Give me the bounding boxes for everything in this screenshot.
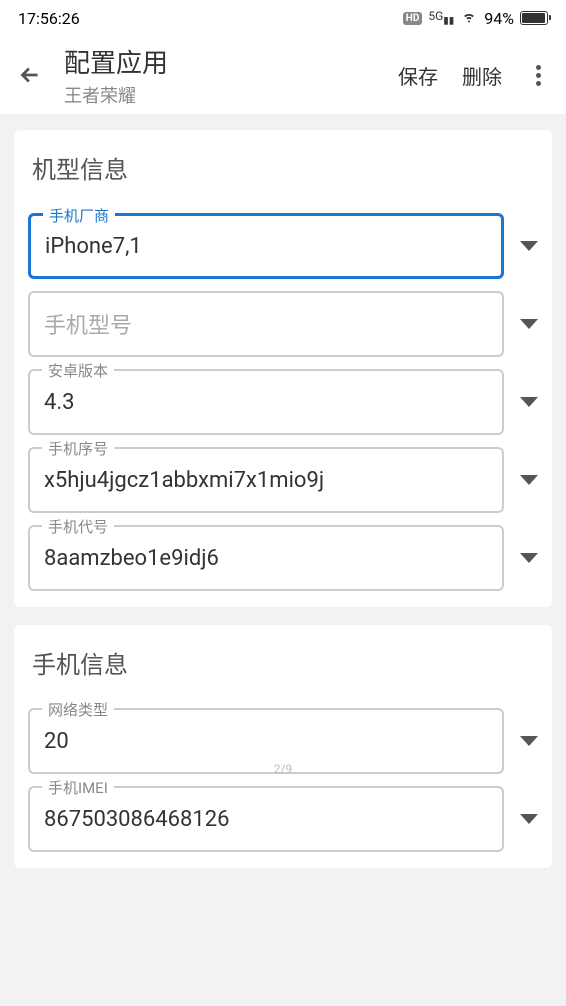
section-title: 机型信息: [28, 150, 538, 185]
section-title: 手机信息: [28, 645, 538, 680]
field-label: 手机代号: [42, 516, 114, 537]
codename-row: 手机代号 8aamzbeo1e9idj6: [28, 525, 538, 591]
dropdown-icon[interactable]: [520, 814, 538, 824]
field-label: 手机序号: [42, 438, 114, 459]
phone-info-card: 手机信息 网络类型 20 2/9 手机IMEI 867503086468126: [14, 625, 552, 868]
serial-field[interactable]: 手机序号 x5hju4jgcz1abbxmi7x1mio9j: [28, 447, 504, 513]
delete-button[interactable]: 删除: [462, 61, 502, 90]
battery-icon: [520, 11, 548, 25]
dropdown-icon[interactable]: [520, 397, 538, 407]
page-title: 配置应用: [64, 43, 378, 80]
imei-row: 2/9 手机IMEI 867503086468126: [28, 786, 538, 852]
save-button[interactable]: 保存: [398, 61, 438, 90]
field-value: x5hju4jgcz1abbxmi7x1mio9j: [44, 468, 488, 493]
header-actions: 保存 删除: [398, 61, 550, 90]
imei-field[interactable]: 手机IMEI 867503086468126: [28, 786, 504, 852]
content-area: 机型信息 手机厂商 iPhone7,1 手机型号 安卓版本 4.3 手机序号: [0, 114, 566, 902]
android-version-field[interactable]: 安卓版本 4.3: [28, 369, 504, 435]
manufacturer-field[interactable]: 手机厂商 iPhone7,1: [28, 213, 504, 279]
wifi-icon: [460, 7, 478, 29]
field-value: 8aamzbeo1e9idj6: [44, 546, 488, 571]
field-label: 网络类型: [42, 699, 114, 720]
model-field[interactable]: 手机型号: [28, 291, 504, 357]
status-bar: 17:56:26 HD 5G▮▮ 94%: [0, 0, 566, 36]
field-value: 4.3: [44, 390, 488, 415]
back-button[interactable]: [16, 61, 44, 89]
header-titles: 配置应用 王者荣耀: [64, 43, 378, 108]
field-placeholder: 手机型号: [44, 308, 488, 340]
field-value: 867503086468126: [44, 807, 488, 832]
overflow-menu-button[interactable]: [526, 63, 550, 87]
field-label: 安卓版本: [42, 360, 114, 381]
codename-field[interactable]: 手机代号 8aamzbeo1e9idj6: [28, 525, 504, 591]
app-header: 配置应用 王者荣耀 保存 删除: [0, 36, 566, 114]
status-right: HD 5G▮▮ 94%: [403, 7, 548, 29]
dropdown-icon[interactable]: [520, 553, 538, 563]
arrow-left-icon: [17, 62, 43, 88]
network-type-field[interactable]: 网络类型 20: [28, 708, 504, 774]
page-subtitle: 王者荣耀: [64, 82, 378, 108]
device-info-card: 机型信息 手机厂商 iPhone7,1 手机型号 安卓版本 4.3 手机序号: [14, 130, 552, 607]
field-label: 手机厂商: [43, 205, 115, 226]
battery-percent: 94%: [484, 9, 514, 28]
dropdown-icon[interactable]: [520, 736, 538, 746]
field-value: iPhone7,1: [45, 234, 487, 259]
serial-row: 手机序号 x5hju4jgcz1abbxmi7x1mio9j: [28, 447, 538, 513]
dropdown-icon[interactable]: [520, 475, 538, 485]
android-version-row: 安卓版本 4.3: [28, 369, 538, 435]
dropdown-icon[interactable]: [520, 319, 538, 329]
manufacturer-row: 手机厂商 iPhone7,1: [28, 213, 538, 279]
network-5g-icon: 5G▮▮: [428, 9, 454, 26]
status-time: 17:56:26: [18, 9, 80, 28]
page-indicator: 2/9: [274, 762, 292, 776]
field-value: 20: [44, 729, 488, 754]
model-row: 手机型号: [28, 291, 538, 357]
dropdown-icon[interactable]: [520, 241, 538, 251]
hd-badge-icon: HD: [403, 12, 423, 25]
field-label: 手机IMEI: [42, 777, 114, 798]
